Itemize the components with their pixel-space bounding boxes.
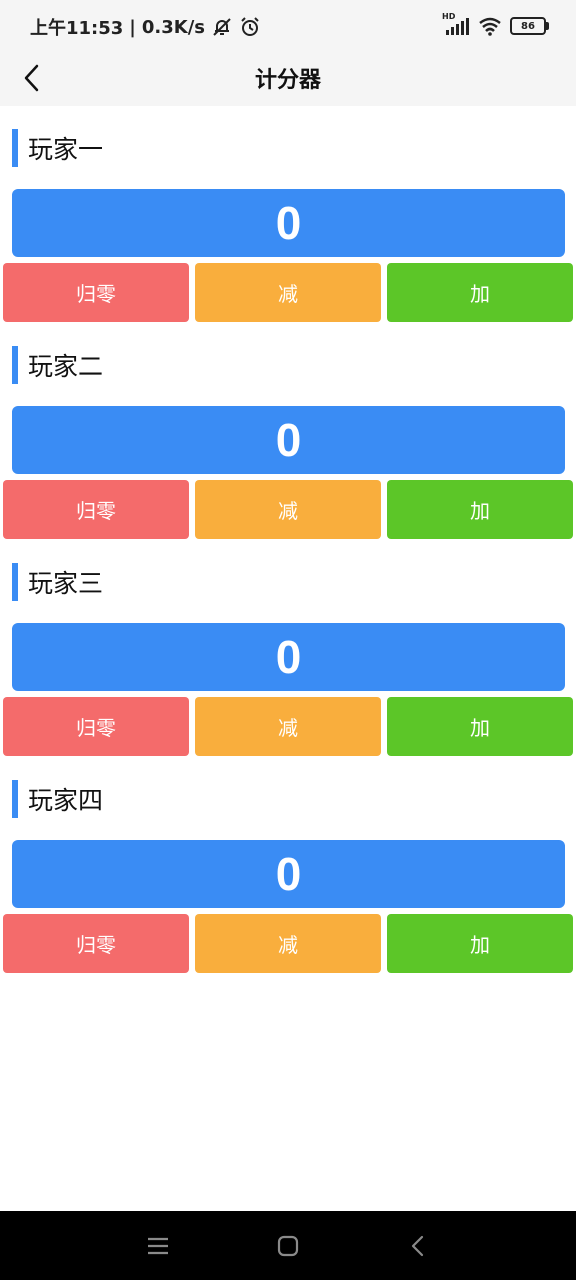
player-name: 玩家四 <box>28 786 104 815</box>
nav-back-button[interactable] <box>403 1231 433 1261</box>
system-nav-bar <box>0 1211 576 1280</box>
plus-button[interactable]: 加 <box>387 263 573 322</box>
player-card: 玩家二 0 归零 减 加 <box>0 346 576 546</box>
signal-icon: HD <box>442 12 470 36</box>
player-name: 玩家一 <box>28 135 104 164</box>
player-card: 玩家一 0 归零 减 加 <box>0 129 576 329</box>
reset-button[interactable]: 归零 <box>3 263 189 322</box>
nav-home-button[interactable] <box>273 1231 303 1261</box>
reset-button[interactable]: 归零 <box>3 914 189 973</box>
plus-button[interactable]: 加 <box>387 697 573 756</box>
reset-button[interactable]: 归零 <box>3 697 189 756</box>
title-bar: 计分器 <box>0 54 576 106</box>
alarm-icon <box>239 16 261 38</box>
nav-menu-button[interactable] <box>143 1231 173 1261</box>
wifi-icon <box>478 16 502 36</box>
minus-button[interactable]: 减 <box>195 697 381 756</box>
accent-bar <box>12 780 18 818</box>
minus-button[interactable]: 减 <box>195 480 381 539</box>
minus-button[interactable]: 减 <box>195 263 381 322</box>
net-speed: 0.3K/s <box>141 16 205 38</box>
status-right: HD 86 <box>442 12 549 36</box>
player-header: 玩家二 <box>12 346 103 384</box>
menu-icon <box>148 1237 168 1255</box>
accent-bar <box>12 129 18 167</box>
player-card: 玩家三 0 归零 减 加 <box>0 563 576 763</box>
hd-label: HD <box>442 12 456 21</box>
button-row: 归零 减 加 <box>3 697 573 756</box>
player-card: 玩家四 0 归零 减 加 <box>0 780 576 980</box>
back-icon <box>411 1235 424 1257</box>
status-left: 上午11:53 | 0.3K/s <box>30 14 261 40</box>
status-separator: | <box>129 16 136 38</box>
mute-bell-icon <box>211 16 233 38</box>
page-title: 计分器 <box>254 67 321 93</box>
button-row: 归零 减 加 <box>3 914 573 973</box>
player-name: 玩家二 <box>28 352 104 381</box>
score-display: 0 <box>12 840 565 908</box>
button-row: 归零 减 加 <box>3 263 573 322</box>
player-name: 玩家三 <box>28 569 104 598</box>
battery-icon: 86 <box>510 17 549 35</box>
accent-bar <box>12 346 18 384</box>
player-header: 玩家一 <box>12 129 103 167</box>
plus-button[interactable]: 加 <box>387 914 573 973</box>
home-icon <box>277 1235 299 1257</box>
plus-button[interactable]: 加 <box>387 480 573 539</box>
status-bar: 上午11:53 | 0.3K/s HD 86 <box>0 0 576 54</box>
score-display: 0 <box>12 623 565 691</box>
player-header: 玩家三 <box>12 563 103 601</box>
minus-button[interactable]: 减 <box>195 914 381 973</box>
accent-bar <box>12 563 18 601</box>
score-display: 0 <box>12 406 565 474</box>
player-header: 玩家四 <box>12 780 103 818</box>
score-display: 0 <box>12 189 565 257</box>
status-time: 上午11:53 <box>30 18 124 39</box>
button-row: 归零 减 加 <box>3 480 573 539</box>
reset-button[interactable]: 归零 <box>3 480 189 539</box>
